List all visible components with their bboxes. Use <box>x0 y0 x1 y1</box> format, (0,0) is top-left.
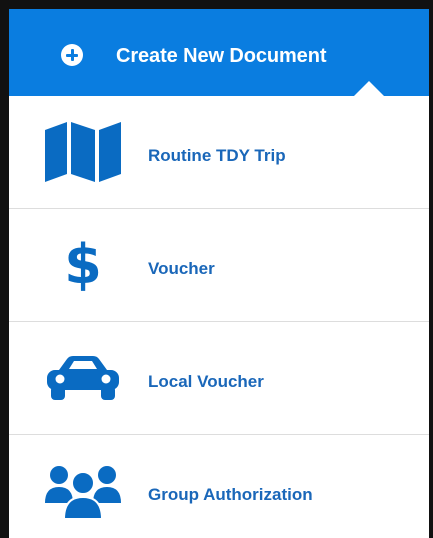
window-edge-right <box>429 0 433 538</box>
dollar-icon: $ <box>64 233 102 296</box>
menu-item-local-voucher[interactable]: Local Voucher <box>9 322 429 435</box>
window-edge-left <box>0 0 9 538</box>
menu-item-routine-tdy-trip[interactable]: Routine TDY Trip <box>9 96 429 209</box>
create-document-panel: Create New Document Routine TDY Trip $ V… <box>0 0 433 538</box>
group-icon <box>43 435 123 538</box>
menu-item-label: Local Voucher <box>148 372 264 391</box>
menu-item-voucher[interactable]: $ Voucher <box>9 209 429 322</box>
map-icon <box>43 96 123 208</box>
create-new-document-label: Create New Document <box>116 45 327 67</box>
document-type-menu: Routine TDY Trip $ Voucher Local Voucher… <box>9 96 429 538</box>
menu-item-label: Group Authorization <box>148 485 313 504</box>
car-icon <box>43 322 123 434</box>
menu-item-label: Routine TDY Trip <box>148 146 286 165</box>
menu-item-group-authorization[interactable]: Group Authorization <box>9 435 429 538</box>
dropdown-pointer <box>353 81 385 97</box>
window-edge-top <box>0 0 433 9</box>
menu-item-label: Voucher <box>148 259 215 278</box>
plus-circle-icon <box>61 44 83 66</box>
